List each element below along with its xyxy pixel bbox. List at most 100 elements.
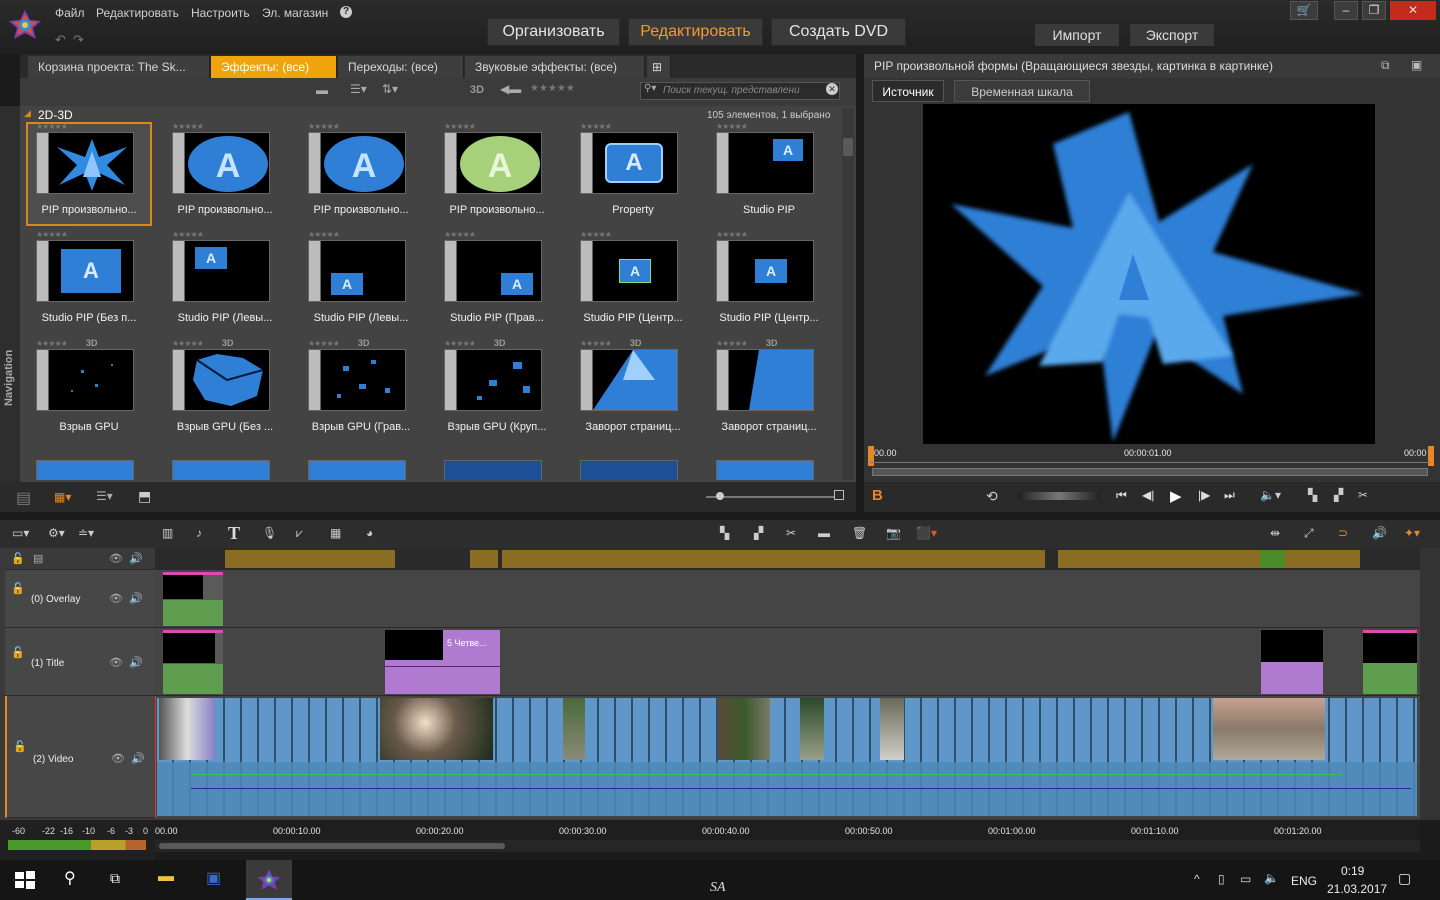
video-clip-thumb[interactable]: [563, 698, 585, 760]
search-input[interactable]: Поиск текущ. представлени: [640, 82, 840, 100]
effect-item[interactable]: ★★★★★ A Studio PIP (Левы...: [162, 230, 288, 334]
effect-item[interactable]: ★★★★★ A PIP произвольно...: [162, 122, 288, 226]
language-indicator[interactable]: ENG: [1291, 874, 1317, 888]
save-app-icon[interactable]: ▣: [206, 868, 221, 888]
shuttle-control[interactable]: [1018, 492, 1100, 500]
effect-item[interactable]: ★★★★★ 3D Заворот страниц...: [570, 338, 696, 443]
preview-scrub-bar[interactable]: [870, 462, 1430, 463]
tab-transitions[interactable]: Переходы: (все): [338, 56, 464, 78]
task-view-icon[interactable]: ⧉: [110, 870, 120, 887]
timeline-hscroll-thumb[interactable]: [159, 843, 505, 849]
video-clip-thumb[interactable]: [159, 698, 215, 760]
menu-store[interactable]: Эл. магазин: [262, 6, 328, 20]
menu-edit[interactable]: Редактировать: [96, 6, 179, 20]
magnet-icon[interactable]: ⊃: [1338, 526, 1348, 540]
audio-waveform[interactable]: [157, 762, 1417, 816]
mode-organize-button[interactable]: Организовать: [487, 18, 620, 46]
search-icon[interactable]: ⚲: [64, 868, 76, 888]
preview-screen[interactable]: [923, 104, 1375, 444]
effect-item[interactable]: ★★★★★ 3D Заворот страниц...: [706, 338, 832, 443]
layout-icon[interactable]: ▣: [1411, 58, 1422, 72]
audio-scrub-icon[interactable]: 🔊: [1372, 526, 1387, 540]
windows-start-icon[interactable]: [14, 870, 36, 890]
title-clip[interactable]: [1363, 630, 1417, 694]
preview-timeline-bar[interactable]: [872, 468, 1428, 476]
effect-item[interactable]: ★★★★★ 3D Взрыв GPU (Круп...: [434, 338, 560, 443]
minimize-button[interactable]: –: [1334, 1, 1358, 20]
network-icon[interactable]: ▭: [1240, 872, 1251, 886]
speaker-icon[interactable]: 🔊: [131, 752, 145, 765]
collapse-panel-icon[interactable]: ▤: [16, 488, 31, 508]
clock-date[interactable]: 21.03.2017: [1327, 882, 1387, 896]
lock-icon[interactable]: 🔓: [11, 552, 25, 565]
grid-view-icon[interactable]: ▦▾: [54, 490, 71, 504]
maximize-button[interactable]: ❐: [1362, 1, 1386, 20]
tab-source[interactable]: Источник: [872, 80, 944, 102]
title-clip[interactable]: [163, 630, 223, 694]
tab-sound-effects[interactable]: Звуковые эффекты: (все): [465, 56, 645, 78]
edit-mode-icon[interactable]: ≐▾: [78, 526, 94, 540]
rating-filter[interactable]: ★★★★★: [530, 83, 575, 94]
effect-item[interactable]: ★★★★★ A Studio PIP (Без п...: [26, 230, 152, 334]
navigation-strip[interactable]: Navigation: [0, 106, 20, 482]
disc-icon[interactable]: ◕: [366, 526, 373, 540]
menu-settings[interactable]: Настроить: [191, 6, 250, 20]
zoom-slider-thumb[interactable]: [716, 492, 724, 500]
usb-icon[interactable]: ▯: [1218, 872, 1225, 886]
folder-icon[interactable]: ▬: [316, 83, 328, 97]
overlay-clip[interactable]: [163, 572, 223, 626]
preview-end-marker[interactable]: [1428, 446, 1434, 466]
pinnacle-taskbar-button[interactable]: [246, 860, 292, 900]
step-forward-icon[interactable]: |▶: [1198, 488, 1210, 502]
tab-project-bin[interactable]: Корзина проекта: The Sk...: [28, 56, 210, 78]
list-view-icon[interactable]: ☰▾: [96, 489, 113, 503]
dynamic-length-icon[interactable]: ⇹: [1270, 526, 1280, 540]
close-button[interactable]: ✕: [1390, 1, 1436, 20]
split-icon[interactable]: ✂: [1358, 488, 1368, 502]
effect-item[interactable]: ★★★★★ A Studio PIP (Центр...: [706, 230, 832, 334]
snapshot-icon[interactable]: 📷: [886, 526, 901, 540]
timeline-hscroll-track[interactable]: [155, 840, 1420, 852]
effect-item[interactable]: ★★★★★ A Studio PIP (Прав...: [434, 230, 560, 334]
montage-icon[interactable]: ▦: [330, 526, 341, 540]
step-back-icon[interactable]: ◀|: [1142, 488, 1154, 502]
cart-icon[interactable]: 🛒: [1290, 1, 1318, 20]
go-start-icon[interactable]: ⏮: [1116, 488, 1127, 503]
go-end-icon[interactable]: ⏭: [1224, 488, 1235, 503]
speaker-icon[interactable]: 🔊: [129, 592, 143, 605]
eye-icon[interactable]: 👁: [109, 656, 123, 669]
preview-playhead[interactable]: [868, 446, 874, 466]
timeline-vscroll-track[interactable]: [1420, 548, 1440, 820]
clock-time[interactable]: 0:19: [1341, 864, 1364, 878]
storyboard-toggle-icon[interactable]: ▤: [33, 552, 43, 565]
effect-item[interactable]: ★★★★★ A Studio PIP: [706, 122, 832, 226]
pin-tab-icon[interactable]: ⊞: [647, 56, 671, 78]
menu-file[interactable]: Файл: [55, 6, 85, 20]
track-header-overlay[interactable]: 🔓 (0) Overlay 👁 🔊: [5, 570, 155, 628]
microphone-icon[interactable]: 🎙: [262, 526, 277, 540]
video-clip-thumb[interactable]: [718, 698, 770, 760]
razor-icon[interactable]: ✂: [786, 526, 796, 540]
track-header-video[interactable]: 🔓 (2) Video 👁 🔊: [5, 696, 155, 818]
move-icon[interactable]: ⬒: [138, 488, 151, 505]
pan-line[interactable]: [191, 788, 1411, 789]
loop-icon[interactable]: ⟲: [986, 488, 998, 505]
effect-item[interactable]: ★★★★★ A PIP произвольно...: [434, 122, 560, 226]
title-icon[interactable]: T: [228, 523, 240, 544]
marker-b[interactable]: B: [872, 487, 883, 504]
effect-item[interactable]: ★★★★★ A Property: [570, 122, 696, 226]
overlay-track[interactable]: [155, 570, 1420, 628]
audio-mixer-icon[interactable]: ▥: [162, 526, 173, 540]
import-button[interactable]: Импорт: [1035, 24, 1119, 46]
effect-item[interactable]: ★★★★★ PIP произвольно...: [26, 122, 152, 226]
tray-chevron-icon[interactable]: ^: [1194, 872, 1200, 886]
sort-icon[interactable]: ⇅▾: [382, 82, 398, 96]
volume-icon[interactable]: 🔈: [1264, 871, 1279, 885]
zoom-large-icon[interactable]: [834, 490, 844, 500]
volume-icon[interactable]: 🔈▾: [1260, 488, 1281, 502]
effect-item[interactable]: ★★★★★ A Studio PIP (Левы...: [298, 230, 424, 334]
mark-out-icon[interactable]: ▞: [1334, 488, 1343, 502]
time-ruler[interactable]: [155, 820, 1420, 840]
tab-effects[interactable]: Эффекты: (все): [211, 56, 337, 78]
export-button[interactable]: Экспорт: [1130, 24, 1214, 46]
